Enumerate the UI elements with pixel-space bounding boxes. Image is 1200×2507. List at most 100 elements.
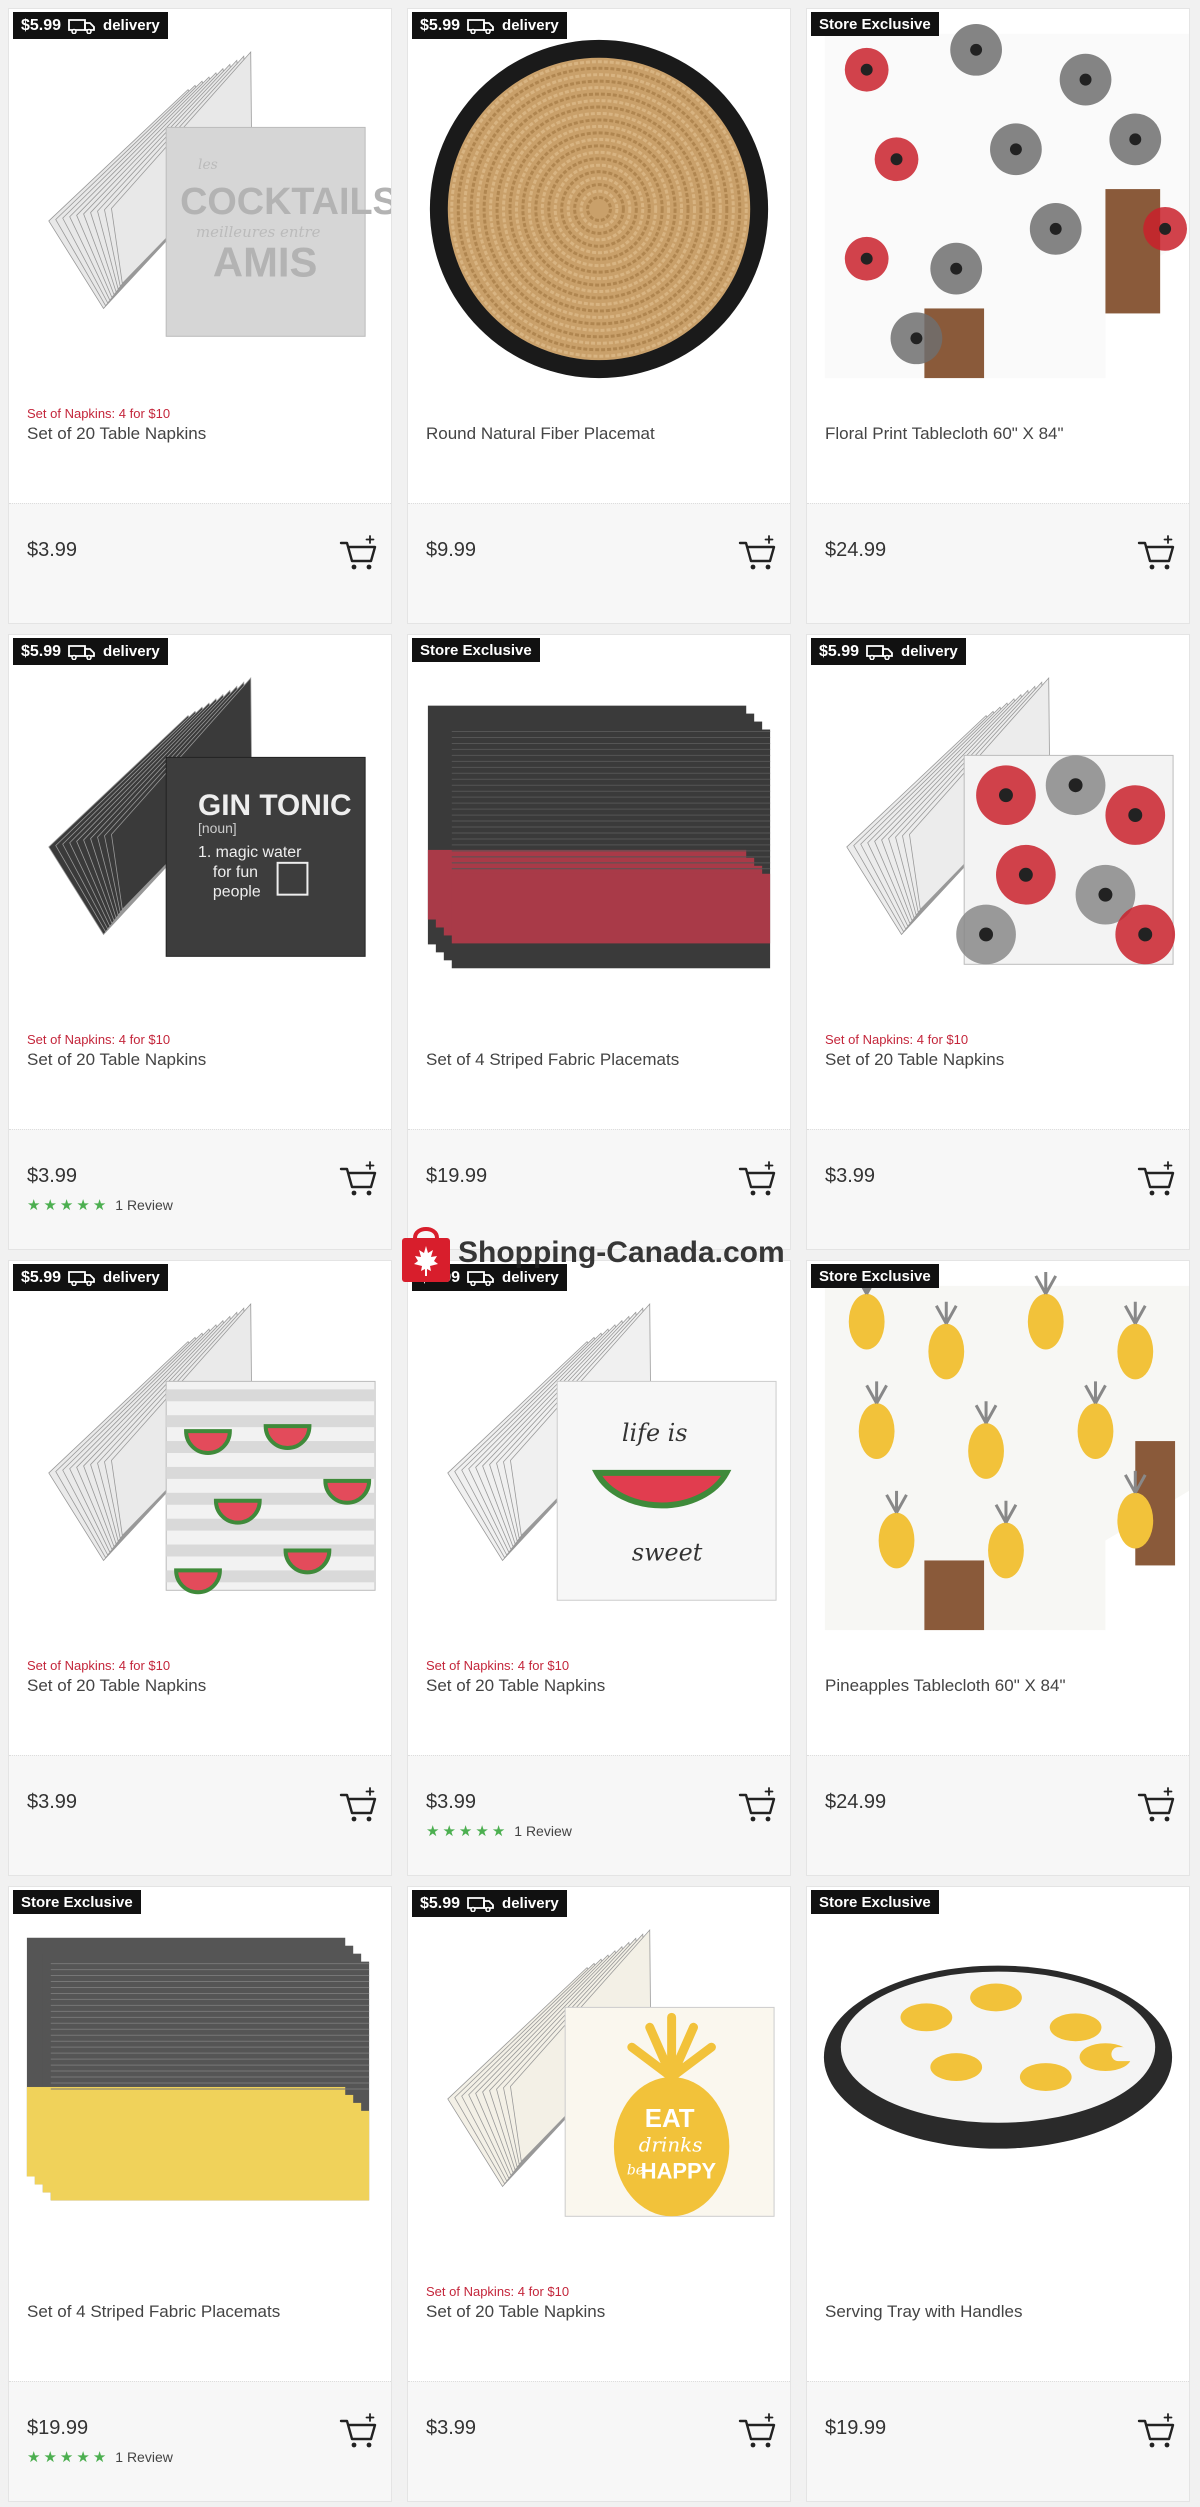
cocktails-napkins-image: les COCKTAILS meilleures entre AMIS: [48, 50, 391, 337]
product-badge: $5.99 delivery: [412, 1890, 567, 1917]
badge-text: $5.99: [819, 642, 860, 660]
product-badge: $5.99 delivery: [811, 638, 966, 665]
floral-tablecloth-image: [824, 23, 1189, 379]
serving-tray-image: [823, 1965, 1173, 2149]
product-card-9[interactable]: Store Exclusive Pineapples Tablecloth 60…: [806, 1260, 1190, 1876]
product-title[interactable]: Serving Tray with Handles: [825, 2302, 1022, 2322]
review-count[interactable]: 1 Review: [514, 1823, 572, 1839]
product-image[interactable]: [807, 1887, 1189, 2277]
star-icon: ★: [59, 2448, 74, 2466]
product-title[interactable]: Set of 20 Table Napkins: [825, 1050, 1004, 1070]
badge-delivery-label: delivery: [901, 643, 958, 660]
rating-stars[interactable]: ★ ★ ★ ★ ★ 1 Review: [426, 1823, 572, 1839]
svg-text:[noun]: [noun]: [198, 820, 237, 836]
product-title[interactable]: Round Natural Fiber Placemat: [426, 424, 655, 444]
add-to-cart-icon[interactable]: [738, 534, 778, 574]
product-card-5[interactable]: Store Exclusive Set of 4 Striped Fabric …: [407, 634, 791, 1250]
product-price: $3.99: [27, 1165, 78, 1187]
product-title[interactable]: Set of 20 Table Napkins: [426, 1676, 605, 1696]
add-to-cart-icon[interactable]: [1137, 1160, 1177, 1200]
add-to-cart-icon[interactable]: [738, 2412, 778, 2452]
add-to-cart-icon[interactable]: [339, 534, 379, 574]
svg-text:life is: life is: [622, 1419, 688, 1447]
product-image[interactable]: [408, 635, 790, 1025]
product-card-11[interactable]: EAT drinks be HAPPY $5.99 delivery Set o…: [407, 1886, 791, 2502]
product-card-2[interactable]: $5.99 delivery Round Natural Fiber Place…: [407, 8, 791, 624]
add-to-cart-icon[interactable]: [339, 1786, 379, 1826]
badge-delivery-label: delivery: [502, 1895, 559, 1912]
add-to-cart-icon[interactable]: [738, 1786, 778, 1826]
add-to-cart-icon[interactable]: [339, 2412, 379, 2452]
product-price: $19.99: [27, 2417, 89, 2439]
product-image[interactable]: [807, 1261, 1189, 1651]
product-card-3[interactable]: Store Exclusive Floral Print Tablecloth …: [806, 8, 1190, 624]
product-title[interactable]: Set of 4 Striped Fabric Placemats: [426, 1050, 679, 1070]
badge-text: $5.99: [420, 1894, 461, 1912]
svg-text:GIN TONIC: GIN TONIC: [198, 789, 352, 822]
card-footer: $3.99: [9, 1755, 391, 1875]
add-to-cart-icon[interactable]: [339, 1160, 379, 1200]
product-title[interactable]: Set of 20 Table Napkins: [27, 424, 206, 444]
promo-text: Set of Napkins: 4 for $10: [27, 1032, 171, 1047]
product-card-12[interactable]: Store Exclusive Serving Tray with Handle…: [806, 1886, 1190, 2502]
product-card-6[interactable]: $5.99 delivery Set of Napkins: 4 for $10…: [806, 634, 1190, 1250]
star-icon: ★: [27, 2448, 41, 2466]
shopping-bag-maple-leaf-icon: [402, 1227, 450, 1282]
add-to-cart-icon[interactable]: [738, 1160, 778, 1200]
product-badge: Store Exclusive: [811, 1264, 939, 1288]
product-card-7[interactable]: $5.99 delivery Set of Napkins: 4 for $10…: [8, 1260, 392, 1876]
product-card-1[interactable]: les COCKTAILS meilleures entre AMIS $5.9…: [8, 8, 392, 624]
rating-stars[interactable]: ★ ★ ★ ★ ★ 1 Review: [27, 2449, 173, 2465]
add-to-cart-icon[interactable]: [1137, 1786, 1177, 1826]
star-icon: ★: [76, 1196, 90, 1214]
product-title[interactable]: Pineapples Tablecloth 60" X 84": [825, 1676, 1065, 1696]
product-badge: Store Exclusive: [811, 12, 939, 36]
badge-text: Store Exclusive: [21, 1893, 133, 1911]
svg-text:people: people: [213, 884, 261, 901]
delivery-truck-icon: [467, 1896, 494, 1912]
product-title[interactable]: Set of 20 Table Napkins: [27, 1676, 206, 1696]
product-card-8[interactable]: life is sweet $5.99 delivery Set of Napk…: [407, 1260, 791, 1876]
product-card-10[interactable]: Store Exclusive Set of 4 Striped Fabric …: [8, 1886, 392, 2502]
product-badge: $5.99 delivery: [13, 1264, 168, 1291]
product-card-4[interactable]: GIN TONIC [noun] 1. magic water for fun …: [8, 634, 392, 1250]
svg-text:EAT: EAT: [645, 2105, 695, 2133]
delivery-truck-icon: [467, 18, 494, 34]
rating-stars[interactable]: ★ ★ ★ ★ ★ 1 Review: [27, 1197, 173, 1213]
product-title[interactable]: Set of 20 Table Napkins: [426, 2302, 605, 2322]
promo-text: Set of Napkins: 4 for $10: [426, 2284, 570, 2299]
add-to-cart-icon[interactable]: [1137, 2412, 1177, 2452]
review-count[interactable]: 1 Review: [115, 1197, 173, 1213]
card-footer: $3.99 ★ ★ ★ ★ ★ 1 Review: [9, 1129, 391, 1249]
badge-text: $5.99: [21, 1268, 62, 1286]
promo-text: Set of Napkins: 4 for $10: [27, 406, 171, 421]
product-price: $3.99: [426, 1791, 477, 1813]
product-price: $19.99: [825, 2417, 887, 2439]
product-price: $24.99: [825, 539, 887, 561]
product-image[interactable]: [9, 1261, 391, 1651]
product-image[interactable]: [408, 9, 790, 399]
promo-text: Set of Napkins: 4 for $10: [825, 1032, 969, 1047]
badge-text: Store Exclusive: [819, 15, 931, 33]
add-to-cart-icon[interactable]: [1137, 534, 1177, 574]
product-title[interactable]: Set of 4 Striped Fabric Placemats: [27, 2302, 280, 2322]
star-icon: ★: [475, 1822, 489, 1840]
product-image[interactable]: les COCKTAILS meilleures entre AMIS: [9, 9, 391, 399]
product-title[interactable]: Floral Print Tablecloth 60" X 84": [825, 424, 1064, 444]
product-image[interactable]: [807, 9, 1189, 399]
card-footer: $9.99: [408, 503, 790, 623]
badge-text: Store Exclusive: [819, 1267, 931, 1285]
product-image[interactable]: GIN TONIC [noun] 1. magic water for fun …: [9, 635, 391, 1025]
product-badge: Store Exclusive: [13, 1890, 141, 1914]
product-title[interactable]: Set of 20 Table Napkins: [27, 1050, 206, 1070]
product-badge: $5.99 delivery: [13, 12, 168, 39]
product-image[interactable]: EAT drinks be HAPPY: [408, 1887, 790, 2277]
review-count[interactable]: 1 Review: [115, 2449, 173, 2465]
product-image[interactable]: [807, 635, 1189, 1025]
promo-text: Set of Napkins: 4 for $10: [426, 1658, 570, 1673]
pineapple-napkins-image: EAT drinks be HAPPY: [447, 1928, 775, 2217]
product-image[interactable]: life is sweet: [408, 1261, 790, 1651]
product-image[interactable]: [9, 1887, 391, 2277]
badge-text: $5.99: [21, 16, 62, 34]
star-icon: ★: [43, 1196, 57, 1214]
